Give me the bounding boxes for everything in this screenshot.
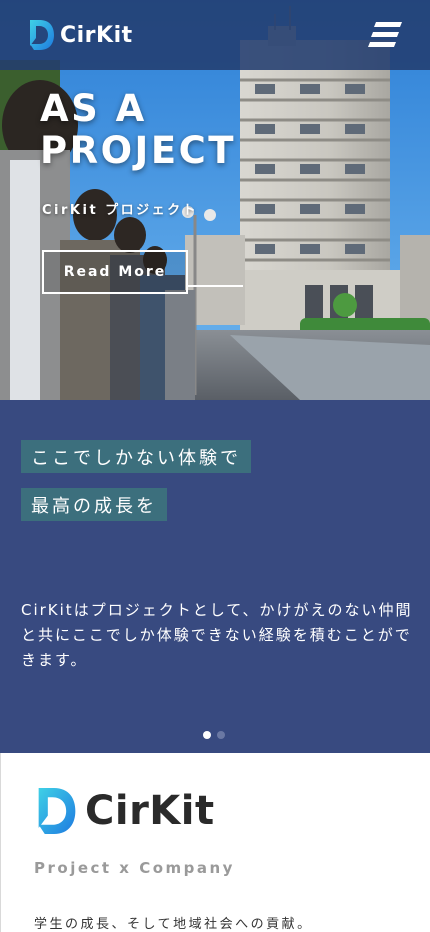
- cirkit-logo-icon: [30, 20, 54, 50]
- menu-icon: [368, 22, 402, 47]
- hero-subtitle: CirKit プロジェクト: [42, 203, 199, 218]
- intro-band: ここでしかない体験で 最高の成長を CirKitはプロジェクトとして、かけがえの…: [0, 400, 430, 753]
- menu-button[interactable]: [368, 20, 404, 50]
- headline-tag-1: ここでしかない体験で: [21, 440, 251, 473]
- header-logo[interactable]: CirKit: [28, 18, 133, 52]
- company-mission: 学生の成長、そして地域社会への貢献。: [34, 917, 313, 932]
- header-logo-text: CirKit: [60, 22, 133, 48]
- hero-title-line2: PROJECT: [40, 129, 236, 172]
- headline-tag-2: 最高の成長を: [21, 488, 167, 521]
- read-more-underline: [188, 285, 243, 287]
- company-logo: CirKit: [33, 785, 215, 837]
- company-tagline: Project x Company: [34, 859, 235, 877]
- carousel-pagination: [203, 731, 225, 739]
- company-logo-text: CirKit: [85, 788, 215, 834]
- company-section: CirKit Project x Company 学生の成長、そして地域社会への…: [0, 753, 430, 932]
- cirkit-logo-icon: [38, 788, 76, 834]
- carousel-dot-1[interactable]: [203, 731, 211, 739]
- intro-description: CirKitはプロジェクトとして、かけがえのない仲間と共にここでしか体験できない…: [21, 601, 413, 669]
- hero-title: AS A PROJECT: [40, 88, 236, 172]
- carousel-dot-2[interactable]: [217, 731, 225, 739]
- site-header: CirKit: [0, 0, 430, 70]
- hero-title-line1: AS A: [40, 87, 147, 130]
- read-more-button[interactable]: Read More: [42, 250, 188, 294]
